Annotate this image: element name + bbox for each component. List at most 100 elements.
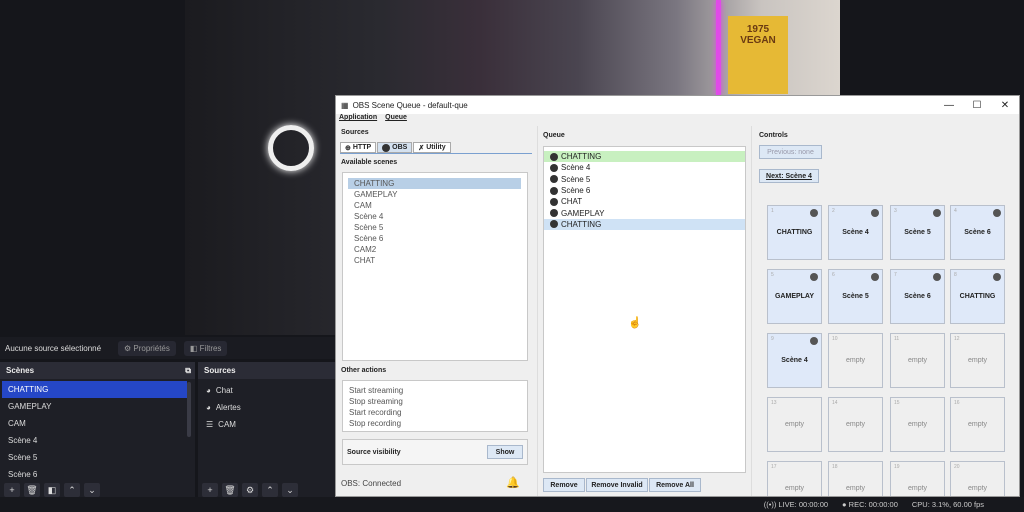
queue-item[interactable]: GAMEPLAY (544, 207, 745, 218)
move-up-icon[interactable]: ⌃ (262, 483, 278, 497)
source-name: Alertes (215, 403, 241, 412)
scene-tile[interactable]: 3 Scène 5 (890, 205, 945, 260)
action-item[interactable]: Start recording (343, 407, 527, 418)
scene-tile[interactable]: 6 Scène 5 (828, 269, 883, 324)
remove-all-button[interactable]: Remove All (649, 478, 701, 492)
scene-tile[interactable]: 2 Scène 4 (828, 205, 883, 260)
available-scene-item[interactable]: Scène 5 (348, 222, 521, 233)
obs-icon (550, 209, 558, 218)
rec-status: ● REC: 00:00:00 (842, 500, 898, 509)
menu-application[interactable]: Application (339, 114, 377, 124)
scene-item[interactable]: Scène 5 (2, 449, 187, 466)
source-item[interactable]: ◕ Chat (198, 382, 335, 399)
available-scenes-list: CHATTING GAMEPLAY CAM Scène 4 Scène 5 Scène 6… (342, 172, 528, 361)
queue-item[interactable]: Scène 4 (544, 162, 745, 173)
scene-tile[interactable]: 11 empty (890, 333, 945, 388)
tile-label: empty (784, 421, 805, 428)
add-scene-icon[interactable]: + (4, 483, 20, 497)
add-source-icon[interactable]: + (202, 483, 218, 497)
source-visibility-row: Source visibility Show (342, 439, 528, 465)
scene-item[interactable]: GAMEPLAY (2, 398, 187, 415)
remove-button[interactable]: Remove (543, 478, 585, 492)
minimize-button[interactable]: — (935, 100, 963, 111)
title-bar: ▦ OBS Scene Queue - default-que — ☐ ✕ (336, 96, 1019, 114)
scene-tile[interactable]: 1 CHATTING (767, 205, 822, 260)
scene-tile[interactable]: 16 empty (950, 397, 1005, 452)
show-button[interactable]: Show (487, 445, 523, 459)
scene-list-scrollbar[interactable] (187, 382, 191, 437)
obs-icon (933, 209, 941, 217)
close-button[interactable]: ✕ (991, 100, 1019, 111)
tile-number: 6 (832, 272, 835, 278)
action-item[interactable]: Start streaming (343, 385, 527, 396)
scene-tile[interactable]: 15 empty (890, 397, 945, 452)
scene-tile[interactable]: 14 empty (828, 397, 883, 452)
delete-scene-icon[interactable]: 🗑 (24, 483, 40, 497)
action-item[interactable]: Stop recording (343, 418, 527, 429)
move-down-icon[interactable]: ⌄ (282, 483, 298, 497)
queue-panel: Queue CHATTING Scène 4 Scène 5 Scène 6 CHAT G… (537, 126, 752, 496)
available-scene-item[interactable]: CAM (348, 200, 521, 211)
scene-tile[interactable]: 4 Scène 6 (950, 205, 1005, 260)
browser-icon: ◕ (206, 386, 211, 395)
source-settings-icon[interactable]: ⚙ (242, 483, 258, 497)
next-button[interactable]: Next: Scène 4 (759, 169, 819, 183)
scene-item[interactable]: CHATTING (2, 381, 187, 398)
queue-item[interactable]: CHATTING (544, 151, 745, 163)
scene-tile[interactable]: 17 empty (767, 461, 822, 496)
scene-tile[interactable]: 9 Scène 4 (767, 333, 822, 388)
obs-status-bar: ((•)) LIVE: 00:00:00 ● REC: 00:00:00 CPU… (0, 497, 1024, 512)
move-up-icon[interactable]: ⌃ (64, 483, 80, 497)
scene-item[interactable]: CAM (2, 415, 187, 432)
move-down-icon[interactable]: ⌄ (84, 483, 100, 497)
remove-invalid-button[interactable]: Remove Invalid (586, 478, 648, 492)
scene-tile[interactable]: 12 empty (950, 333, 1005, 388)
obs-icon (382, 143, 391, 152)
action-item[interactable]: Stop streaming (343, 396, 527, 407)
tile-label: Scène 6 (904, 293, 931, 300)
delete-source-icon[interactable]: 🗑 (222, 483, 238, 497)
queue-item[interactable]: CHAT (544, 196, 745, 207)
previous-button[interactable]: Previous: none (759, 145, 822, 159)
live-status: ((•)) LIVE: 00:00:00 (763, 500, 829, 509)
undock-icon[interactable]: ⧉ (185, 366, 191, 376)
menu-bar: Application Queue (336, 114, 1019, 124)
source-item[interactable]: ☰ CAM (198, 416, 335, 433)
available-scene-item[interactable]: GAMEPLAY (348, 189, 521, 200)
scene-item[interactable]: Scène 4 (2, 432, 187, 449)
scene-filters-icon[interactable]: ◧ (44, 483, 60, 497)
scene-tile[interactable]: 5 GAMEPLAY (767, 269, 822, 324)
no-source-selected: Aucune source sélectionné (5, 343, 102, 353)
tile-label: empty (845, 485, 866, 492)
tile-number: 5 (771, 272, 774, 278)
scene-tile[interactable]: 7 Scène 6 (890, 269, 945, 324)
available-scene-item[interactable]: CHAT (348, 255, 521, 266)
scene-tile[interactable]: 10 empty (828, 333, 883, 388)
scene-tile[interactable]: 8 CHATTING (950, 269, 1005, 324)
scene-item[interactable]: Scène 6 (2, 466, 187, 481)
scene-tile[interactable]: 19 empty (890, 461, 945, 496)
tab-utility[interactable]: ✗ Utility (413, 142, 451, 153)
scene-tile[interactable]: 13 empty (767, 397, 822, 452)
obs-icon (550, 152, 558, 161)
scenes-title: Scènes (6, 366, 35, 375)
tile-label: empty (845, 421, 866, 428)
available-scene-item[interactable]: CHATTING (348, 178, 521, 189)
tile-label: Scène 6 (964, 229, 991, 236)
maximize-button[interactable]: ☐ (963, 100, 991, 111)
scene-tile[interactable]: 20 empty (950, 461, 1005, 496)
filters-button[interactable]: ◧ Filtres (183, 340, 228, 356)
menu-queue[interactable]: Queue (385, 114, 407, 124)
queue-item[interactable]: CHATTING (544, 218, 745, 231)
available-scene-item[interactable]: Scène 6 (348, 233, 521, 244)
tab-obs[interactable]: OBS (377, 142, 413, 153)
source-item[interactable]: ◕ Alertes (198, 399, 335, 416)
scene-tile[interactable]: 18 empty (828, 461, 883, 496)
properties-button[interactable]: ⚙ Propriétés (118, 340, 176, 356)
available-scene-item[interactable]: CAM2 (348, 244, 521, 255)
available-scene-item[interactable]: Scène 4 (348, 211, 521, 222)
tab-http[interactable]: ⊕ HTTP (340, 142, 377, 153)
queue-item[interactable]: Scène 5 (544, 174, 745, 185)
bell-icon[interactable]: 🔔 (506, 476, 520, 489)
queue-item[interactable]: Scène 6 (544, 185, 745, 196)
